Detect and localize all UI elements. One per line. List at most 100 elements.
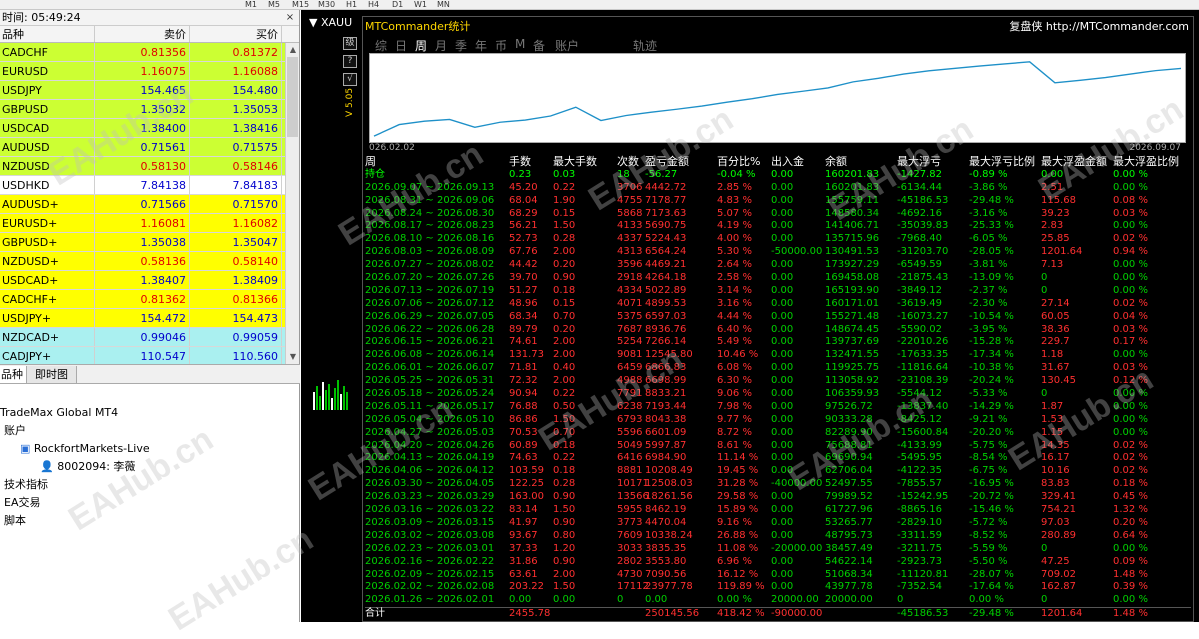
- cell: 45.20: [509, 181, 538, 193]
- symbol-row[interactable]: NZDUSD+ 0.58136 0.58140: [0, 252, 299, 271]
- cell: 出入金: [771, 155, 804, 168]
- navigator-item-label: EA交易: [4, 496, 41, 509]
- column-ask[interactable]: 买价: [190, 26, 282, 42]
- timeframe-button-h1[interactable]: H1: [346, 0, 357, 10]
- cell: 68.34: [509, 310, 538, 322]
- cell: 2.00: [553, 246, 576, 258]
- tab-4[interactable]: 月: [435, 37, 447, 54]
- cell: 6416: [617, 452, 643, 464]
- cell: -0.04 %: [717, 168, 756, 180]
- cell: -20.72 %: [969, 491, 1014, 503]
- timeframe-button-m1[interactable]: M1: [245, 0, 257, 10]
- navigator-item[interactable]: TradeMax Global MT4: [0, 404, 299, 422]
- cell: 0.00: [771, 349, 794, 361]
- cell: -21875.43: [897, 272, 949, 284]
- navigator-item[interactable]: 脚本: [0, 512, 299, 530]
- symbol-row[interactable]: AUDUSD+ 0.71566 0.71570: [0, 195, 299, 214]
- table-row: 2026.02.16 ~ 2026.02.22 31.86 0.90 2802 3553…: [365, 556, 1191, 569]
- cell: 5022.89: [645, 284, 687, 296]
- symbol-row[interactable]: NZDCAD+ 0.99046 0.99059: [0, 328, 299, 347]
- column-symbol[interactable]: 品种: [0, 26, 95, 42]
- cell: 15.89 %: [717, 504, 759, 516]
- cell: 4337: [617, 233, 643, 245]
- cell: 53265.77: [825, 516, 873, 528]
- table-row: 2026.06.29 ~ 2026.07.05 68.34 0.70 5375 6597…: [365, 311, 1191, 324]
- symbol-row[interactable]: GBPUSD+ 1.35038 1.35047: [0, 233, 299, 252]
- cell: 0.00 %: [1113, 594, 1148, 606]
- symbol-row[interactable]: EURUSD+ 1.16081 1.16082: [0, 214, 299, 233]
- cell: 0.04 %: [1113, 310, 1148, 322]
- cell: 0.20: [553, 259, 576, 271]
- scrollbar-thumb[interactable]: [287, 57, 298, 137]
- close-icon[interactable]: ×: [283, 11, 297, 24]
- timeframe-button-d1[interactable]: D1: [392, 0, 403, 10]
- cell: 0.90: [553, 491, 576, 503]
- symbol-name: GBPUSD: [0, 100, 95, 118]
- cell: 0.15: [553, 297, 576, 309]
- cell: 0.02 %: [1113, 297, 1148, 309]
- symbol-row[interactable]: EURUSD 1.16075 1.16088: [0, 62, 299, 81]
- panel-site-link[interactable]: 复盘侠 http://MTCommander.com: [1009, 18, 1189, 34]
- tab-9[interactable]: 备: [533, 37, 545, 54]
- bid-price: 0.81362: [95, 290, 190, 308]
- tab-tick-chart[interactable]: 即时图: [26, 366, 77, 384]
- level-button[interactable]: 级: [343, 37, 357, 50]
- cell: -17.34 %: [969, 349, 1014, 361]
- cell: 0.00: [771, 310, 794, 322]
- scroll-up-icon[interactable]: ▲: [286, 43, 300, 57]
- cell: 25.85: [1041, 233, 1070, 245]
- cell: 0.08 %: [1113, 194, 1148, 206]
- cell: 0.39 %: [1113, 581, 1148, 593]
- cell: 83.14: [509, 504, 538, 516]
- user-icon: 👤: [40, 460, 58, 473]
- cell: 162.87: [1041, 581, 1076, 593]
- tab-6[interactable]: 年: [475, 37, 487, 54]
- tab-1[interactable]: 综: [375, 37, 387, 54]
- cell: 0.00 %: [969, 594, 1004, 606]
- timeframe-button-m5[interactable]: M5: [268, 0, 280, 10]
- symbol-row[interactable]: USDCAD+ 1.38407 1.38409: [0, 271, 299, 290]
- cell: -5495.95: [897, 452, 942, 464]
- cell: 0.03: [553, 168, 576, 180]
- table-row: 2026.06.01 ~ 2026.06.07 71.81 0.40 6459 6866…: [365, 362, 1191, 375]
- cell: -45186.53: [897, 194, 949, 206]
- tab-3[interactable]: 周: [415, 37, 427, 54]
- table-row: 2026.01.26 ~ 2026.02.01 0.00 0.00 0 0.00 0.00…: [365, 594, 1191, 607]
- cell: 0.64 %: [1113, 529, 1148, 541]
- table-row: 2026.02.02 ~ 2026.02.08 203.22 1.50 17112 23…: [365, 581, 1191, 594]
- cell: 0.00: [771, 233, 794, 245]
- tab-2[interactable]: 日: [395, 37, 407, 54]
- timeframe-button-w1[interactable]: W1: [414, 0, 427, 10]
- tab-5[interactable]: 季: [455, 37, 467, 54]
- scrollbar[interactable]: ▲ ▼: [285, 43, 299, 364]
- symbol-row[interactable]: AUDUSD 0.71561 0.71575: [0, 138, 299, 157]
- tab-7[interactable]: 币: [495, 37, 507, 54]
- symbol-row[interactable]: CADCHF+ 0.81362 0.81366: [0, 290, 299, 309]
- cell: 130491.53: [825, 246, 880, 258]
- confirm-button[interactable]: √: [343, 73, 357, 86]
- cell: 2.64 %: [717, 259, 752, 271]
- cell: 3596: [617, 259, 643, 271]
- cell: 0.03 %: [1113, 207, 1148, 219]
- cell: 250145.56: [645, 608, 700, 620]
- help-button[interactable]: ?: [343, 55, 357, 68]
- cell: 4.00 %: [717, 233, 752, 245]
- cell: 2.85 %: [717, 181, 752, 193]
- cell: -50000.00: [771, 246, 823, 258]
- tab-8[interactable]: M: [515, 37, 525, 51]
- cell: -29.48 %: [969, 194, 1014, 206]
- symbol-row[interactable]: USDHKD 7.84138 7.84183: [0, 176, 299, 195]
- symbol-row[interactable]: USDJPY+ 154.472 154.473: [0, 309, 299, 328]
- cell: 4.44 %: [717, 310, 752, 322]
- symbol-row[interactable]: CADCHF 0.81356 0.81372: [0, 43, 299, 62]
- column-bid[interactable]: 卖价: [95, 26, 190, 42]
- timeframe-button-mn[interactable]: MN: [437, 0, 450, 10]
- timeframe-button-m30[interactable]: M30: [318, 0, 335, 10]
- candle-bar: [322, 382, 324, 410]
- timeframe-button-h4[interactable]: H4: [368, 0, 379, 10]
- navigator-item[interactable]: 账户: [0, 422, 299, 440]
- tab-10[interactable]: 账户: [555, 37, 579, 54]
- scroll-down-icon[interactable]: ▼: [286, 350, 300, 364]
- timeframe-button-m15[interactable]: M15: [292, 0, 309, 10]
- tab-11[interactable]: 轨迹: [633, 37, 657, 54]
